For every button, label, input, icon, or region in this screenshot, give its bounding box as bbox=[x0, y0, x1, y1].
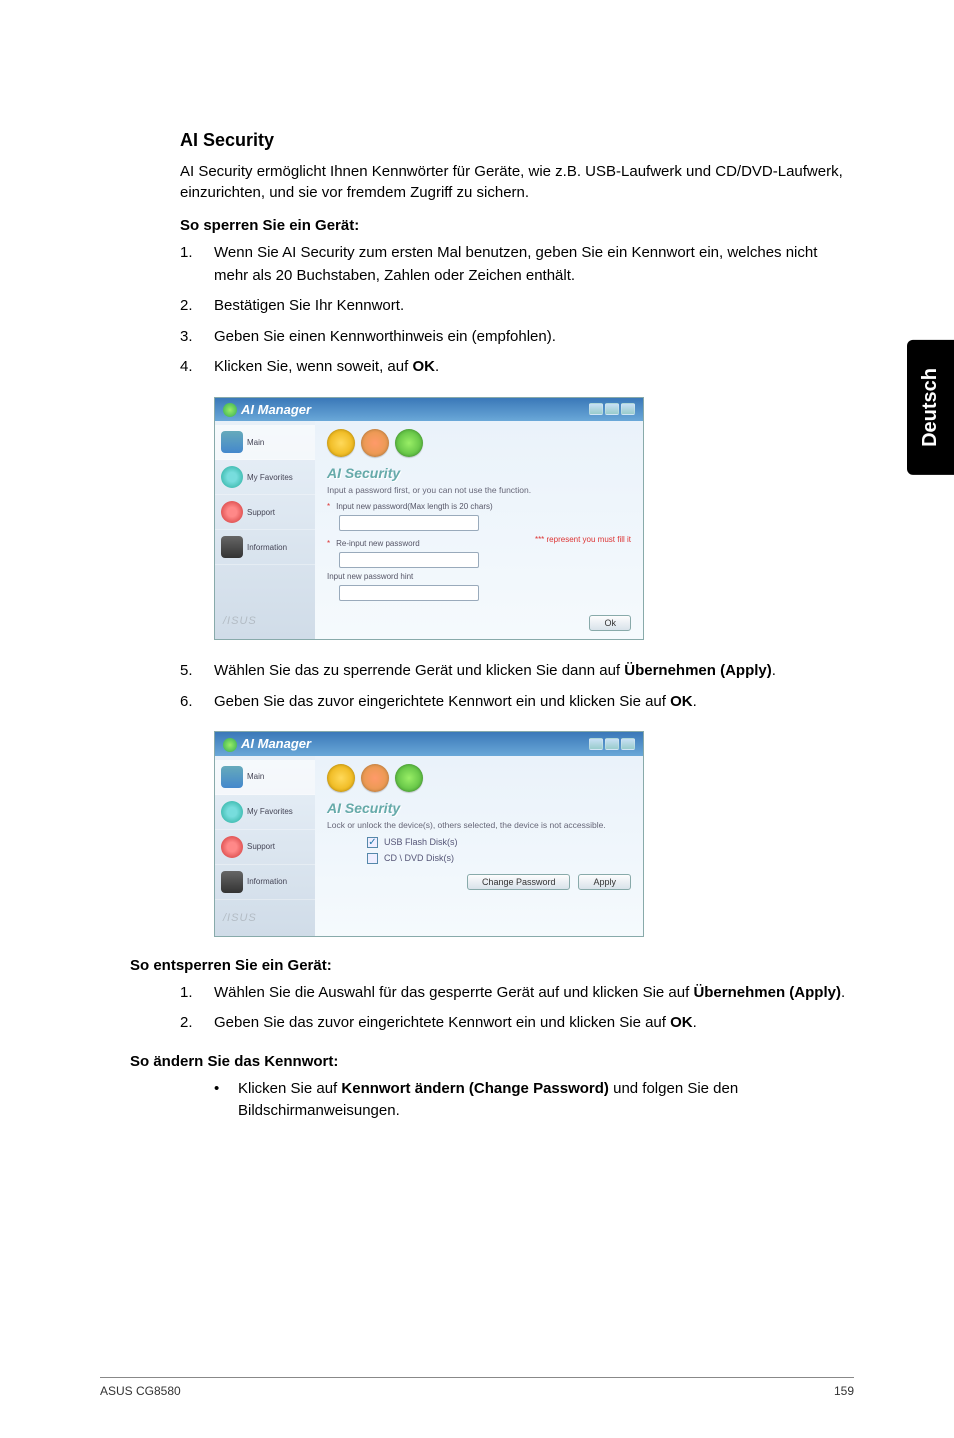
minimize-button[interactable] bbox=[589, 403, 603, 415]
ok-button[interactable]: Ok bbox=[589, 615, 631, 631]
page-footer: ASUS CG8580 159 bbox=[100, 1377, 854, 1398]
step-text: Wählen Sie die Auswahl für das gesperrte… bbox=[214, 982, 854, 1005]
information-icon bbox=[221, 536, 243, 558]
footer-model: ASUS CG8580 bbox=[100, 1384, 181, 1398]
window-titlebar: AI Manager bbox=[215, 732, 643, 756]
step-text: Geben Sie einen Kennworthinweis ein (emp… bbox=[214, 326, 854, 349]
step-number: 4. bbox=[180, 356, 214, 379]
step-text: Bestätigen Sie Ihr Kennwort. bbox=[214, 295, 854, 318]
section-intro: AI Security ermöglicht Ihnen Kennwörter … bbox=[180, 161, 854, 203]
bullet-text: Klicken Sie auf Kennwort ändern (Change … bbox=[238, 1078, 854, 1123]
tool-icon[interactable] bbox=[327, 429, 355, 457]
tool-icon[interactable] bbox=[327, 764, 355, 792]
required-star: * bbox=[327, 539, 330, 548]
sidebar: Main My Favorites Support Information /I… bbox=[215, 421, 315, 639]
step-text: Wenn Sie AI Security zum ersten Mal benu… bbox=[214, 242, 854, 287]
screenshot-device-lock: AI Manager Main My Favorites Support Inf… bbox=[214, 731, 644, 937]
change-password-button[interactable]: Change Password bbox=[467, 874, 571, 890]
step-number: 5. bbox=[180, 660, 214, 683]
brand-logo: /ISUS bbox=[215, 904, 315, 932]
close-button[interactable] bbox=[621, 738, 635, 750]
new-password-input[interactable] bbox=[339, 515, 479, 531]
step-text: Wählen Sie das zu sperrende Gerät und kl… bbox=[214, 660, 854, 683]
step-number: 2. bbox=[180, 295, 214, 318]
field-label: Re-input new password bbox=[336, 539, 420, 548]
password-hint-input[interactable] bbox=[339, 585, 479, 601]
sidebar-item-information[interactable]: Information bbox=[215, 865, 315, 900]
field-label: Input new password hint bbox=[327, 572, 413, 581]
sidebar-item-support[interactable]: Support bbox=[215, 830, 315, 865]
unlock-heading: So entsperren Sie ein Gerät: bbox=[130, 957, 854, 974]
tool-icon[interactable] bbox=[361, 764, 389, 792]
panel-hint: Lock or unlock the device(s), others sel… bbox=[327, 820, 631, 831]
step-text: Klicken Sie, wenn soweit, auf OK. bbox=[214, 356, 854, 379]
required-note: *** represent you must fill it bbox=[535, 535, 631, 544]
required-star: * bbox=[327, 502, 330, 511]
maximize-button[interactable] bbox=[605, 403, 619, 415]
window-title: AI Manager bbox=[241, 736, 311, 751]
brand-logo: /ISUS bbox=[215, 607, 315, 635]
window-titlebar: AI Manager bbox=[215, 398, 643, 422]
panel-title: AI Security bbox=[327, 465, 631, 481]
change-bullet: •Klicken Sie auf Kennwort ändern (Change… bbox=[214, 1078, 854, 1123]
panel-title: AI Security bbox=[327, 800, 631, 816]
toolbar bbox=[327, 764, 631, 792]
tool-icon[interactable] bbox=[395, 429, 423, 457]
usb-checkbox[interactable] bbox=[367, 837, 378, 848]
sidebar-item-favorites[interactable]: My Favorites bbox=[215, 795, 315, 830]
sidebar-item-support[interactable]: Support bbox=[215, 495, 315, 530]
sidebar: Main My Favorites Support Information /I… bbox=[215, 756, 315, 936]
main-icon bbox=[221, 431, 243, 453]
minimize-button[interactable] bbox=[589, 738, 603, 750]
step-number: 1. bbox=[180, 982, 214, 1005]
lock-steps-5-6: 5.Wählen Sie das zu sperrende Gerät und … bbox=[180, 660, 854, 713]
step-number: 3. bbox=[180, 326, 214, 349]
main-icon bbox=[221, 766, 243, 788]
step-number: 1. bbox=[180, 242, 214, 287]
apply-button[interactable]: Apply bbox=[578, 874, 631, 890]
sidebar-item-main[interactable]: Main bbox=[215, 425, 315, 460]
close-button[interactable] bbox=[621, 403, 635, 415]
information-icon bbox=[221, 871, 243, 893]
sidebar-item-information[interactable]: Information bbox=[215, 530, 315, 565]
change-heading: So ändern Sie das Kennwort: bbox=[130, 1053, 854, 1070]
confirm-password-input[interactable] bbox=[339, 552, 479, 568]
unlock-steps: 1.Wählen Sie die Auswahl für das gesperr… bbox=[180, 982, 854, 1035]
cddvd-checkbox[interactable] bbox=[367, 853, 378, 864]
footer-page-number: 159 bbox=[834, 1384, 854, 1398]
maximize-button[interactable] bbox=[605, 738, 619, 750]
step-number: 6. bbox=[180, 691, 214, 714]
device-label: CD \ DVD Disk(s) bbox=[384, 853, 454, 863]
step-text: Geben Sie das zuvor eingerichtete Kennwo… bbox=[214, 1012, 854, 1035]
support-icon bbox=[221, 501, 243, 523]
tool-icon[interactable] bbox=[395, 764, 423, 792]
favorites-icon bbox=[221, 466, 243, 488]
support-icon bbox=[221, 836, 243, 858]
sidebar-item-favorites[interactable]: My Favorites bbox=[215, 460, 315, 495]
section-title: AI Security bbox=[180, 130, 854, 151]
step-number: 2. bbox=[180, 1012, 214, 1035]
window-title: AI Manager bbox=[241, 402, 311, 417]
step-text: Geben Sie das zuvor eingerichtete Kennwo… bbox=[214, 691, 854, 714]
toolbar bbox=[327, 429, 631, 457]
field-label: Input new password(Max length is 20 char… bbox=[336, 502, 493, 511]
page-content: AI Security AI Security ermöglicht Ihnen… bbox=[0, 0, 954, 1197]
sidebar-item-main[interactable]: Main bbox=[215, 760, 315, 795]
device-label: USB Flash Disk(s) bbox=[384, 837, 458, 847]
lock-steps-1-4: 1.Wenn Sie AI Security zum ersten Mal be… bbox=[180, 242, 854, 379]
screenshot-password-setup: AI Manager Main My Favorites Support Inf… bbox=[214, 397, 644, 641]
bullet-marker: • bbox=[214, 1078, 238, 1123]
favorites-icon bbox=[221, 801, 243, 823]
panel-hint: Input a password first, or you can not u… bbox=[327, 485, 631, 496]
lock-heading: So sperren Sie ein Gerät: bbox=[180, 217, 854, 234]
tool-icon[interactable] bbox=[361, 429, 389, 457]
